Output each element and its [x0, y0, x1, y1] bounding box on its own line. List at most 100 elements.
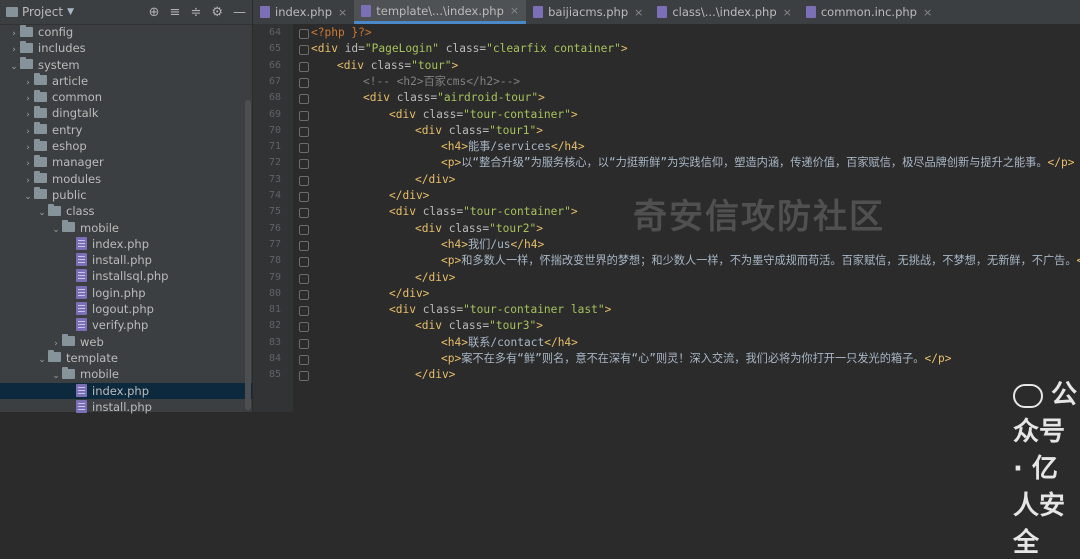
close-icon[interactable]: × [783, 6, 792, 19]
code-line[interactable]: 80 </div> [253, 286, 1080, 302]
code-line[interactable]: 66 <div class="tour"> [253, 58, 1080, 74]
fold-marker-icon[interactable] [299, 208, 309, 219]
fold-marker-icon[interactable] [299, 371, 309, 382]
code-line[interactable]: 71 <h4>能事/services</h4> [253, 139, 1080, 155]
locate-icon[interactable]: ⊕ [149, 5, 160, 20]
tree-folder[interactable]: › common [0, 89, 252, 105]
tree-file[interactable]: index.php [0, 236, 252, 252]
fold-marker-icon[interactable] [299, 77, 309, 88]
code-line[interactable]: 73 </div> [253, 172, 1080, 188]
code-line[interactable]: 82 <div class="tour3"> [253, 318, 1080, 334]
fold-marker-icon[interactable] [299, 143, 309, 154]
project-title[interactable]: Project [22, 5, 63, 19]
editor-tab[interactable]: index.php × [253, 0, 354, 24]
code-line[interactable]: 75 <div class="tour-container"> [253, 204, 1080, 220]
tree-folder[interactable]: › entry [0, 122, 252, 138]
expand-all-icon[interactable]: ≡ [170, 5, 181, 20]
tree-folder[interactable]: › config [0, 24, 252, 40]
tree-file[interactable]: logout.php [0, 301, 252, 317]
fold-marker-icon[interactable] [299, 338, 309, 349]
fold-marker-icon[interactable] [299, 126, 309, 137]
fold-marker-icon[interactable] [299, 45, 309, 56]
fold-marker-icon[interactable] [299, 159, 309, 170]
line-number: 65 [268, 43, 281, 55]
editor-tab[interactable]: common.inc.php × [799, 0, 939, 24]
tree-folder[interactable]: › modules [0, 171, 252, 187]
tree-folder[interactable]: › eshop [0, 138, 252, 154]
fold-marker-icon[interactable] [299, 110, 309, 121]
line-number: 71 [268, 141, 281, 153]
tree-file[interactable]: install.php [0, 399, 252, 415]
close-icon[interactable]: × [510, 4, 519, 17]
fold-marker-icon[interactable] [299, 240, 309, 251]
editor-tab[interactable]: class\...\index.php × [650, 0, 799, 24]
minimize-icon[interactable]: — [233, 5, 246, 20]
code-line[interactable]: 70 <div class="tour1"> [253, 123, 1080, 139]
tree-folder[interactable]: › includes [0, 40, 252, 56]
editor-tab[interactable]: baijiacms.php × [526, 0, 650, 24]
code-line[interactable]: 78 <p>和多数人一样，怀揣改变世界的梦想；和少数人一样，不为墨守成规而苟活。百… [253, 253, 1080, 269]
folder-icon [20, 24, 33, 37]
code-line[interactable]: 84 <p>案不在多有“鲜”则名，意不在深有“心”则灵！深入交流，我们必将为你打开… [253, 351, 1080, 367]
tree-item-label: install.php [92, 253, 152, 268]
tree-file[interactable]: verify.php [0, 317, 252, 333]
fold-marker-icon[interactable] [299, 192, 309, 202]
tree-file[interactable]: install.php [0, 252, 252, 268]
close-icon[interactable]: × [634, 6, 643, 19]
fold-marker-icon[interactable] [299, 29, 309, 39]
tree-folder[interactable]: › web [0, 334, 252, 350]
tree-folder[interactable]: ⌄ class [0, 203, 252, 219]
code-line[interactable]: 77 <h4>我们/us</h4> [253, 237, 1080, 253]
tree-file[interactable]: login.php [0, 285, 252, 301]
project-icon [6, 7, 18, 17]
gear-icon[interactable]: ⚙ [211, 5, 223, 20]
tree-folder[interactable]: › manager [0, 154, 252, 170]
tree-file[interactable]: index.php [0, 382, 252, 399]
code-line[interactable]: 72 <p>以“整合升级”为服务核心，以“力挺新鲜”为实践信仰，塑造内涵，传递价值… [253, 155, 1080, 171]
fold-marker-icon[interactable] [299, 61, 309, 72]
fold-marker-icon[interactable] [299, 306, 309, 317]
tree-file[interactable]: installsql.php [0, 268, 252, 284]
tab-label: baijiacms.php [548, 5, 629, 19]
fold-marker-icon[interactable] [299, 322, 309, 333]
fold-marker-icon[interactable] [299, 175, 309, 186]
tree-folder[interactable]: ⌄ template [0, 350, 252, 366]
code-line[interactable]: 79 </div> [253, 270, 1080, 286]
code-editor[interactable]: 奇安信攻防社区 公众号 · 亿人安全 64 <?php }?> 65 <div id=… [253, 24, 1080, 558]
project-tree: › config › includes ⌄ system › article › common › d… [0, 24, 252, 415]
fold-marker-icon[interactable] [299, 355, 309, 365]
tree-folder[interactable]: › article [0, 73, 252, 89]
code-text: <div class="tour3"> [415, 319, 544, 333]
fold-marker-icon[interactable] [299, 94, 309, 105]
tree-item-label: web [80, 334, 104, 349]
code-line[interactable]: 81 <div class="tour-container last"> [253, 302, 1080, 318]
close-icon[interactable]: × [338, 6, 347, 19]
code-line[interactable]: 83 <h4>联系/contact</h4> [253, 335, 1080, 351]
code-line[interactable]: 68 <div class="airdroid-tour"> [253, 90, 1080, 106]
tree-item-label: login.php [92, 285, 146, 300]
code-text: <p>以“整合升级”为服务核心，以“力挺新鲜”为实践信仰，塑造内涵，传递价值，百… [441, 156, 1075, 170]
tree-folder[interactable]: ⌄ public [0, 187, 252, 203]
code-line[interactable]: 85 </div> [253, 367, 1080, 383]
php-file-icon [76, 285, 87, 299]
fold-marker-icon[interactable] [299, 289, 309, 300]
code-line[interactable]: 74 </div> [253, 188, 1080, 204]
tree-folder[interactable]: ⌄ mobile [0, 220, 252, 236]
chevron-down-icon[interactable]: ▼ [67, 7, 74, 17]
fold-marker-icon[interactable] [299, 273, 309, 284]
fold-marker-icon[interactable] [299, 257, 309, 268]
tree-folder[interactable]: › dingtalk [0, 105, 252, 121]
code-line[interactable]: 67 <!-- <h2>百家cms</h2>--> [253, 74, 1080, 90]
code-line[interactable]: 76 <div class="tour2"> [253, 221, 1080, 237]
fold-marker-icon[interactable] [299, 224, 309, 235]
editor-tab[interactable]: template\...\index.php × [354, 0, 527, 24]
tree-folder[interactable]: ⌄ system [0, 57, 252, 73]
line-number: 76 [268, 222, 281, 234]
code-line[interactable]: 65 <div id="PageLogin" class="clearfix co… [253, 41, 1080, 57]
code-line[interactable]: 69 <div class="tour-container"> [253, 107, 1080, 123]
code-line[interactable]: 64 <?php }?> [253, 25, 1080, 41]
tree-scrollbar[interactable] [245, 100, 251, 410]
collapse-all-icon[interactable]: ≑ [190, 5, 201, 20]
tree-folder[interactable]: ⌄ mobile [0, 366, 252, 382]
close-icon[interactable]: × [923, 6, 932, 19]
